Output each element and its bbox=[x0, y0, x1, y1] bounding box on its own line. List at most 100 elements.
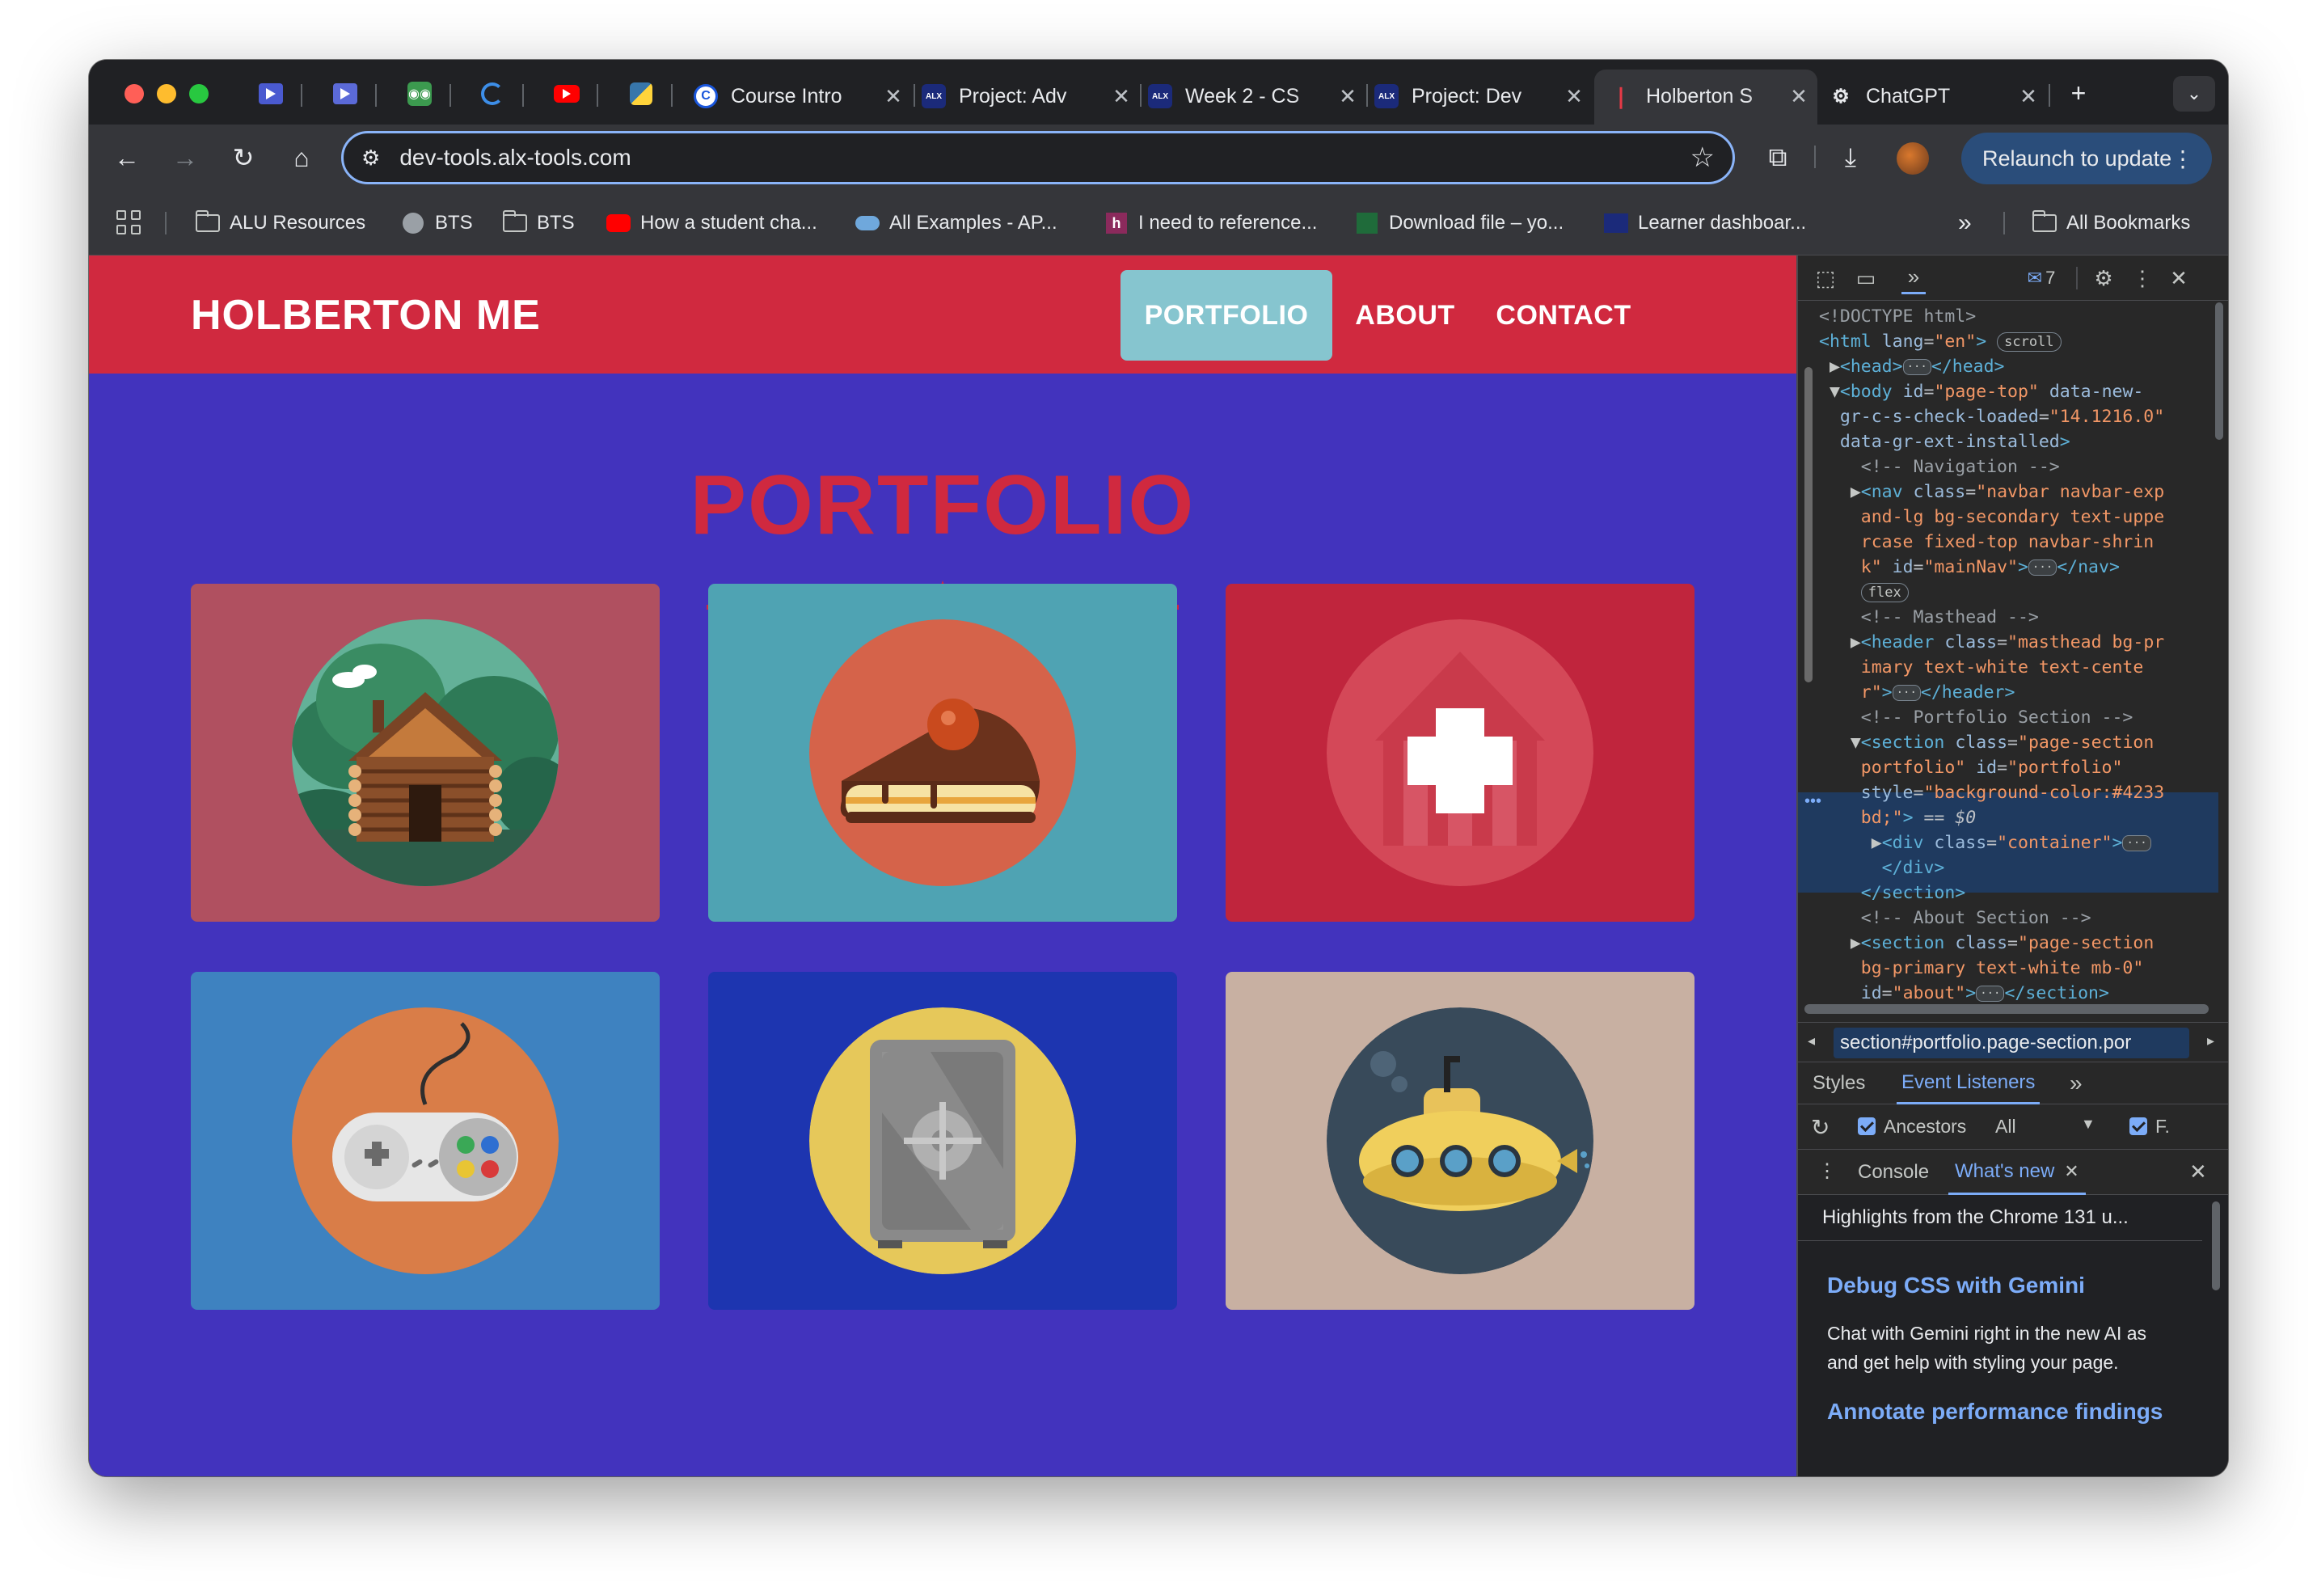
tab-search-chevron-icon[interactable]: ⌄ bbox=[2173, 76, 2215, 112]
close-tab-icon[interactable]: ✕ bbox=[1336, 84, 1360, 109]
youtube-icon bbox=[606, 213, 631, 234]
drawer-menu-icon[interactable]: ⋮ bbox=[1817, 1159, 1837, 1183]
whats-new-heading-2[interactable]: Annotate performance findings bbox=[1827, 1399, 2163, 1425]
tab-console[interactable]: Console bbox=[1858, 1161, 1929, 1184]
issues-counter[interactable]: ✉ 7 bbox=[2021, 265, 2062, 291]
close-tab-icon[interactable]: ✕ bbox=[1562, 84, 1586, 109]
tab-event-listeners[interactable]: Event Listeners bbox=[1897, 1062, 2041, 1104]
bookmark-alu-resources[interactable]: ALU Resources bbox=[196, 209, 365, 238]
address-text[interactable]: dev-tools.alx-tools.com bbox=[399, 145, 631, 171]
framework-listeners-checkbox[interactable] bbox=[2129, 1117, 2147, 1135]
download-icon[interactable]: ⤓ bbox=[1832, 139, 1869, 176]
submarine-illustration bbox=[1327, 1007, 1593, 1274]
apps-grid-icon[interactable] bbox=[116, 210, 141, 234]
elements-tree[interactable]: <!DOCTYPE html> <html lang="en"> scroll … bbox=[1819, 304, 2164, 1006]
elements-scrollbar[interactable] bbox=[2215, 302, 2223, 440]
close-devtools-icon[interactable]: ✕ bbox=[2167, 265, 2191, 291]
bookmark-bts-globe[interactable]: BTS bbox=[401, 209, 473, 238]
pinned-tab-glasses[interactable]: ◉◉ bbox=[404, 79, 435, 108]
inspect-element-icon[interactable]: ⬚ bbox=[1813, 265, 1838, 291]
zoom-window-icon[interactable] bbox=[189, 84, 209, 103]
page-scrollbar[interactable] bbox=[1804, 367, 1813, 682]
folder-icon bbox=[2032, 210, 2057, 232]
close-tab-icon[interactable]: ✕ bbox=[1787, 84, 1811, 109]
web-page: HOLBERTON ME PORTFOLIO ABOUT CONTACT POR… bbox=[89, 255, 1796, 1476]
portfolio-item-cake[interactable] bbox=[708, 584, 1177, 922]
portfolio-item-safe[interactable] bbox=[708, 972, 1177, 1310]
folder-icon bbox=[503, 210, 527, 232]
site-navbar: HOLBERTON ME PORTFOLIO ABOUT CONTACT bbox=[89, 255, 1796, 374]
bookmark-star-icon[interactable]: ☆ bbox=[1690, 141, 1715, 174]
more-subtabs-chevron-icon[interactable]: » bbox=[2070, 1062, 2083, 1104]
close-tab-icon[interactable]: ✕ bbox=[881, 84, 905, 109]
portfolio-item-circus[interactable] bbox=[1226, 584, 1694, 922]
close-drawer-icon[interactable]: ✕ bbox=[2189, 1159, 2207, 1184]
more-panels-icon[interactable]: » bbox=[1901, 262, 1926, 294]
whats-new-scrollbar[interactable] bbox=[2212, 1201, 2220, 1290]
address-bar[interactable]: ⚙ dev-tools.alx-tools.com ☆ bbox=[341, 131, 1735, 184]
pinned-tab-sync[interactable] bbox=[477, 79, 508, 108]
portfolio-item-submarine[interactable] bbox=[1226, 972, 1694, 1310]
glasses-icon: ◉◉ bbox=[407, 82, 432, 106]
device-toolbar-icon[interactable]: ▭ bbox=[1851, 265, 1880, 291]
tab-styles[interactable]: Styles bbox=[1813, 1062, 1865, 1104]
bookmark-download-file[interactable]: Download file – yo... bbox=[1355, 209, 1564, 238]
tab-project-dev[interactable]: ALX Project: Dev ✕ bbox=[1374, 71, 1586, 121]
play-icon bbox=[259, 83, 283, 104]
portfolio-item-game[interactable] bbox=[191, 972, 660, 1310]
bookmark-i-need-to-reference[interactable]: hI need to reference... bbox=[1104, 209, 1317, 238]
nav-portfolio[interactable]: PORTFOLIO bbox=[1121, 270, 1332, 361]
tab-course-intro[interactable]: C Course Intro ✕ bbox=[694, 71, 905, 121]
nav-contact[interactable]: CONTACT bbox=[1483, 270, 1644, 361]
extensions-puzzle-icon[interactable]: ⧉ bbox=[1759, 139, 1796, 176]
breadcrumb-right-arrow-icon[interactable]: ▸ bbox=[2207, 1032, 2214, 1049]
whats-new-heading-1[interactable]: Debug CSS with Gemini bbox=[1827, 1273, 2085, 1298]
site-info-icon[interactable]: ⚙ bbox=[361, 146, 380, 171]
bookmark-how-a-student[interactable]: How a student cha... bbox=[606, 209, 817, 238]
all-bookmarks-button[interactable]: All Bookmarks bbox=[2032, 209, 2190, 238]
close-window-icon[interactable] bbox=[125, 84, 144, 103]
breadcrumb-left-arrow-icon[interactable]: ◂ bbox=[1808, 1032, 1815, 1049]
profile-avatar[interactable] bbox=[1897, 142, 1929, 175]
close-tab-icon[interactable]: ✕ bbox=[2064, 1161, 2079, 1182]
close-tab-icon[interactable]: ✕ bbox=[1109, 84, 1133, 109]
ancestors-label: Ancestors bbox=[1884, 1116, 1967, 1137]
bookmark-all-examples[interactable]: All Examples - AP... bbox=[855, 209, 1057, 238]
refresh-icon[interactable]: ↻ bbox=[1811, 1114, 1830, 1141]
more-vert-icon[interactable]: ⋮ bbox=[2132, 265, 2153, 291]
minimize-window-icon[interactable] bbox=[157, 84, 176, 103]
pinned-tab-python[interactable] bbox=[626, 79, 656, 108]
portfolio-item-cabin[interactable] bbox=[191, 584, 660, 922]
pinned-tab-video[interactable] bbox=[255, 79, 286, 108]
toolbar: ← → ↻ ⌂ ⚙ dev-tools.alx-tools.com ☆ ⧉ ⤓ … bbox=[89, 125, 2228, 191]
bookmark-bts-folder[interactable]: BTS bbox=[503, 209, 575, 238]
close-tab-icon[interactable]: ✕ bbox=[2016, 84, 2041, 109]
tab-holberton[interactable]: ❘ Holberton S ✕ bbox=[1609, 71, 1811, 121]
dropdown-arrow-icon[interactable]: ▼ bbox=[2081, 1116, 2095, 1133]
browser-window: ◉◉ C Course Intro ✕ ALX Project: Adv ✕ ALX We… bbox=[89, 60, 2228, 1476]
pinned-tab-video-2[interactable] bbox=[330, 79, 361, 108]
ancestors-checkbox[interactable] bbox=[1858, 1117, 1876, 1135]
tab-chatgpt[interactable]: ⚙ ChatGPT ✕ bbox=[1829, 71, 2041, 121]
openai-icon: ⚙ bbox=[1832, 85, 1850, 108]
site-brand[interactable]: HOLBERTON ME bbox=[191, 291, 541, 340]
breadcrumb[interactable]: section#portfolio.page-section.por bbox=[1834, 1028, 2189, 1058]
bookmark-learner-dashboard[interactable]: Learner dashboar... bbox=[1604, 209, 1806, 238]
forward-arrow-icon[interactable]: → bbox=[167, 139, 204, 176]
more-bookmarks-chevron-icon[interactable]: » bbox=[1958, 209, 1972, 238]
devtools-toolbar: ⬚ ▭ » ✉ 7 ⚙ ⋮ ✕ bbox=[1798, 255, 2228, 301]
new-tab-icon[interactable]: + bbox=[2060, 74, 2097, 112]
settings-gear-icon[interactable]: ⚙ bbox=[2091, 265, 2117, 291]
c-logo-icon: C bbox=[694, 84, 718, 108]
pinned-tab-youtube[interactable] bbox=[551, 79, 582, 108]
tab-whats-new[interactable]: What's new ✕ bbox=[1948, 1150, 2086, 1195]
back-arrow-icon[interactable]: ← bbox=[108, 139, 146, 176]
tab-week-2[interactable]: ALX Week 2 - CS ✕ bbox=[1148, 71, 1360, 121]
reload-icon[interactable]: ↻ bbox=[225, 139, 262, 176]
tab-project-adv[interactable]: ALX Project: Adv ✕ bbox=[922, 71, 1133, 121]
nav-about[interactable]: ABOUT bbox=[1348, 270, 1462, 361]
horizontal-scrollbar[interactable] bbox=[1804, 1004, 2209, 1014]
relaunch-button[interactable]: Relaunch to update ⋮ bbox=[1961, 133, 2212, 184]
home-icon[interactable]: ⌂ bbox=[283, 139, 320, 176]
scope-select[interactable]: All bbox=[1995, 1116, 2016, 1138]
